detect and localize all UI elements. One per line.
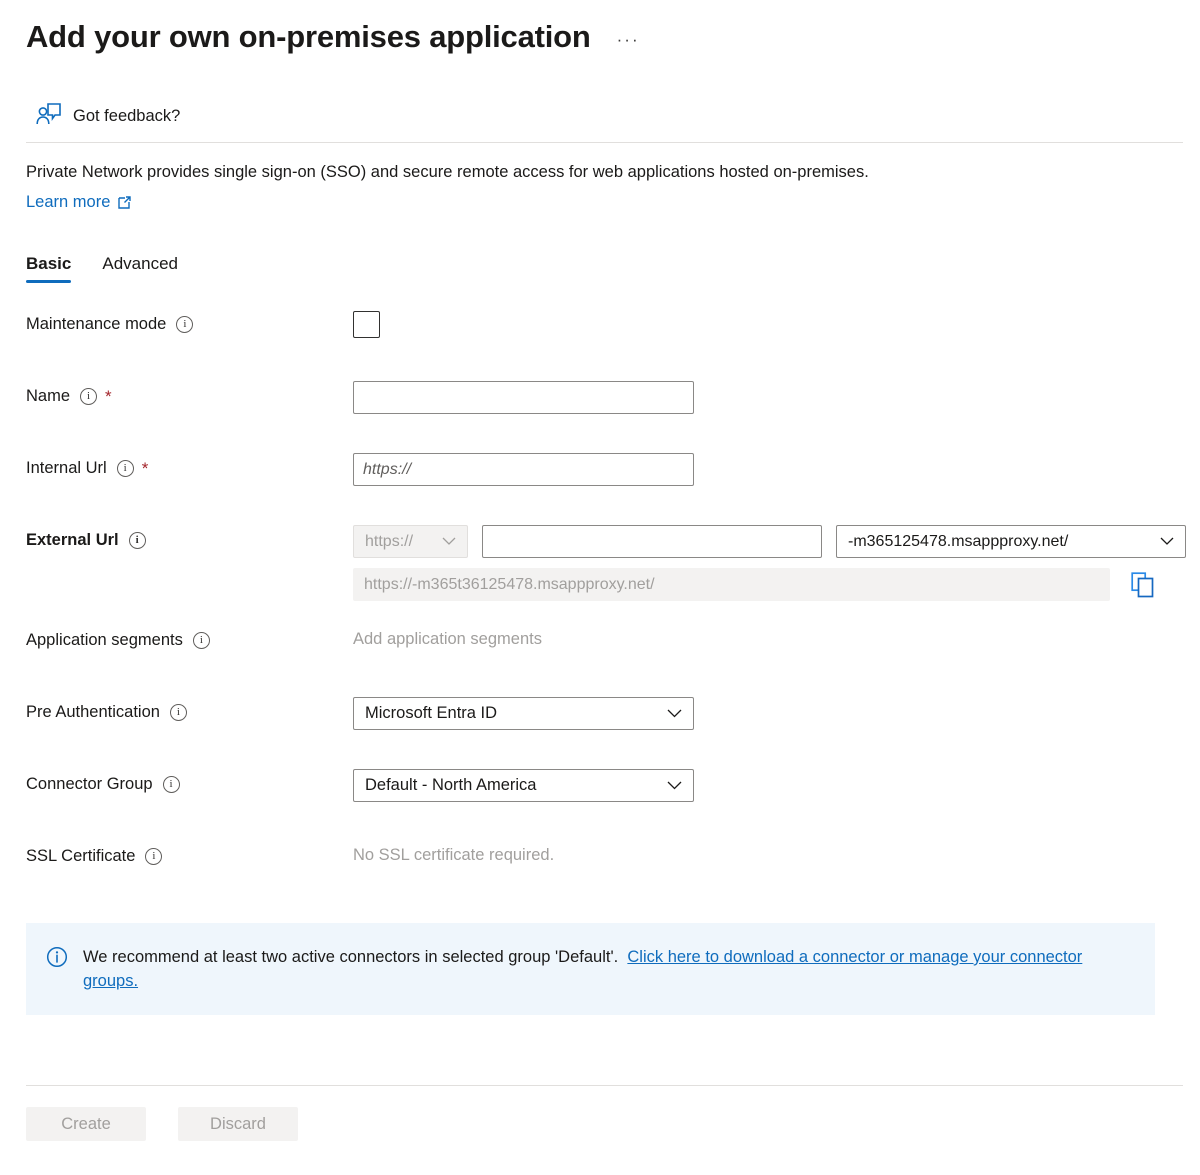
application-segments-value[interactable]: Add application segments [353, 625, 1200, 649]
pre-authentication-label-group: Pre Authentication i [26, 697, 353, 722]
create-button[interactable]: Create [26, 1107, 146, 1141]
chevron-down-icon [667, 781, 682, 790]
banner-text-wrapper: We recommend at least two active connect… [83, 945, 1135, 993]
row-application-segments: Application segments i Add application s… [26, 625, 1200, 697]
learn-more-link[interactable]: Learn more [26, 193, 132, 212]
required-marker: * [142, 460, 149, 477]
maintenance-mode-field [353, 309, 1200, 338]
tab-advanced[interactable]: Advanced [102, 254, 178, 283]
internal-url-input[interactable] [353, 453, 694, 486]
footer-actions: Create Discard [26, 1107, 298, 1141]
row-internal-url: Internal Url i * [26, 453, 1200, 525]
row-maintenance-mode: Maintenance mode i [26, 309, 1200, 381]
external-url-preview-row: https://-m365t36125478.msappproxy.net/ [353, 568, 1200, 601]
chevron-down-icon [667, 709, 682, 718]
connector-group-value: Default - North America [365, 776, 536, 795]
pre-authentication-select[interactable]: Microsoft Entra ID [353, 697, 694, 730]
footer-divider [26, 1085, 1183, 1086]
name-input[interactable] [353, 381, 694, 414]
internal-url-label-group: Internal Url i * [26, 453, 353, 478]
feedback-row[interactable]: Got feedback? [0, 90, 1200, 142]
row-connector-group: Connector Group i Default - North Americ… [26, 769, 1200, 841]
external-url-inputs: https:// -m365125478.msappproxy.net/ [353, 525, 1200, 558]
info-icon[interactable]: i [145, 848, 162, 865]
internal-url-label: Internal Url [26, 459, 107, 478]
ssl-certificate-field: No SSL certificate required. [353, 841, 1200, 865]
application-segments-label: Application segments [26, 631, 183, 650]
external-url-suffix-value: -m365125478.msappproxy.net/ [848, 533, 1068, 551]
info-icon[interactable]: i [176, 316, 193, 333]
feedback-label[interactable]: Got feedback? [73, 107, 180, 126]
external-url-preview: https://-m365t36125478.msappproxy.net/ [353, 568, 1110, 601]
external-url-label: External Url [26, 531, 119, 550]
ssl-certificate-label: SSL Certificate [26, 847, 135, 866]
external-link-icon [117, 195, 132, 210]
ssl-certificate-label-group: SSL Certificate i [26, 841, 353, 866]
learn-more-label: Learn more [26, 193, 110, 212]
external-url-protocol-value: https:// [365, 533, 413, 551]
banner-message: We recommend at least two active connect… [83, 948, 618, 966]
tab-basic[interactable]: Basic [26, 254, 71, 283]
connector-group-select[interactable]: Default - North America [353, 769, 694, 802]
row-external-url: External Url i https:// -m365125478.msap… [26, 525, 1200, 625]
page-title: Add your own on-premises application [26, 19, 591, 55]
name-label: Name [26, 387, 70, 406]
row-ssl-certificate: SSL Certificate i No SSL certificate req… [26, 841, 1200, 901]
application-segments-field: Add application segments [353, 625, 1200, 649]
internal-url-field [353, 453, 1200, 486]
info-circle-icon [46, 946, 68, 973]
row-pre-authentication: Pre Authentication i Microsoft Entra ID [26, 697, 1200, 769]
chevron-down-icon [442, 537, 456, 546]
external-url-label-group: External Url i [26, 525, 353, 550]
info-icon[interactable]: i [129, 532, 146, 549]
external-url-protocol-select[interactable]: https:// [353, 525, 468, 558]
pre-authentication-field: Microsoft Entra ID [353, 697, 1200, 730]
feedback-person-speech-icon [36, 102, 62, 131]
info-icon[interactable]: i [117, 460, 134, 477]
application-form: Maintenance mode i Name i * Internal Url… [0, 309, 1200, 901]
row-name: Name i * [26, 381, 1200, 453]
connector-recommendation-banner: We recommend at least two active connect… [26, 923, 1155, 1015]
info-icon[interactable]: i [193, 632, 210, 649]
chevron-down-icon [1160, 537, 1174, 546]
external-url-field: https:// -m365125478.msappproxy.net/ htt… [353, 525, 1200, 601]
description-text: Private Network provides single sign-on … [26, 160, 1200, 184]
maintenance-mode-checkbox[interactable] [353, 311, 380, 338]
page-header: Add your own on-premises application ··· [0, 0, 1200, 62]
name-label-group: Name i * [26, 381, 353, 406]
info-icon[interactable]: i [170, 704, 187, 721]
pre-authentication-value: Microsoft Entra ID [365, 704, 497, 723]
name-field [353, 381, 1200, 414]
external-url-suffix-select[interactable]: -m365125478.msappproxy.net/ [836, 525, 1186, 558]
connector-group-label-group: Connector Group i [26, 769, 353, 794]
discard-button[interactable]: Discard [178, 1107, 298, 1141]
ssl-certificate-value: No SSL certificate required. [353, 841, 1200, 865]
tab-list: Basic Advanced [0, 254, 1200, 283]
application-segments-label-group: Application segments i [26, 625, 353, 650]
overflow-menu-button[interactable]: ··· [617, 35, 640, 45]
maintenance-mode-label-group: Maintenance mode i [26, 309, 353, 334]
pre-authentication-label: Pre Authentication [26, 703, 160, 722]
connector-group-label: Connector Group [26, 775, 153, 794]
maintenance-mode-label: Maintenance mode [26, 315, 166, 334]
info-icon[interactable]: i [163, 776, 180, 793]
required-marker: * [105, 388, 112, 405]
connector-group-field: Default - North America [353, 769, 1200, 802]
copy-icon[interactable] [1131, 572, 1155, 598]
external-url-host-input[interactable] [482, 525, 822, 558]
info-icon[interactable]: i [80, 388, 97, 405]
description-block: Private Network provides single sign-on … [0, 143, 1200, 212]
